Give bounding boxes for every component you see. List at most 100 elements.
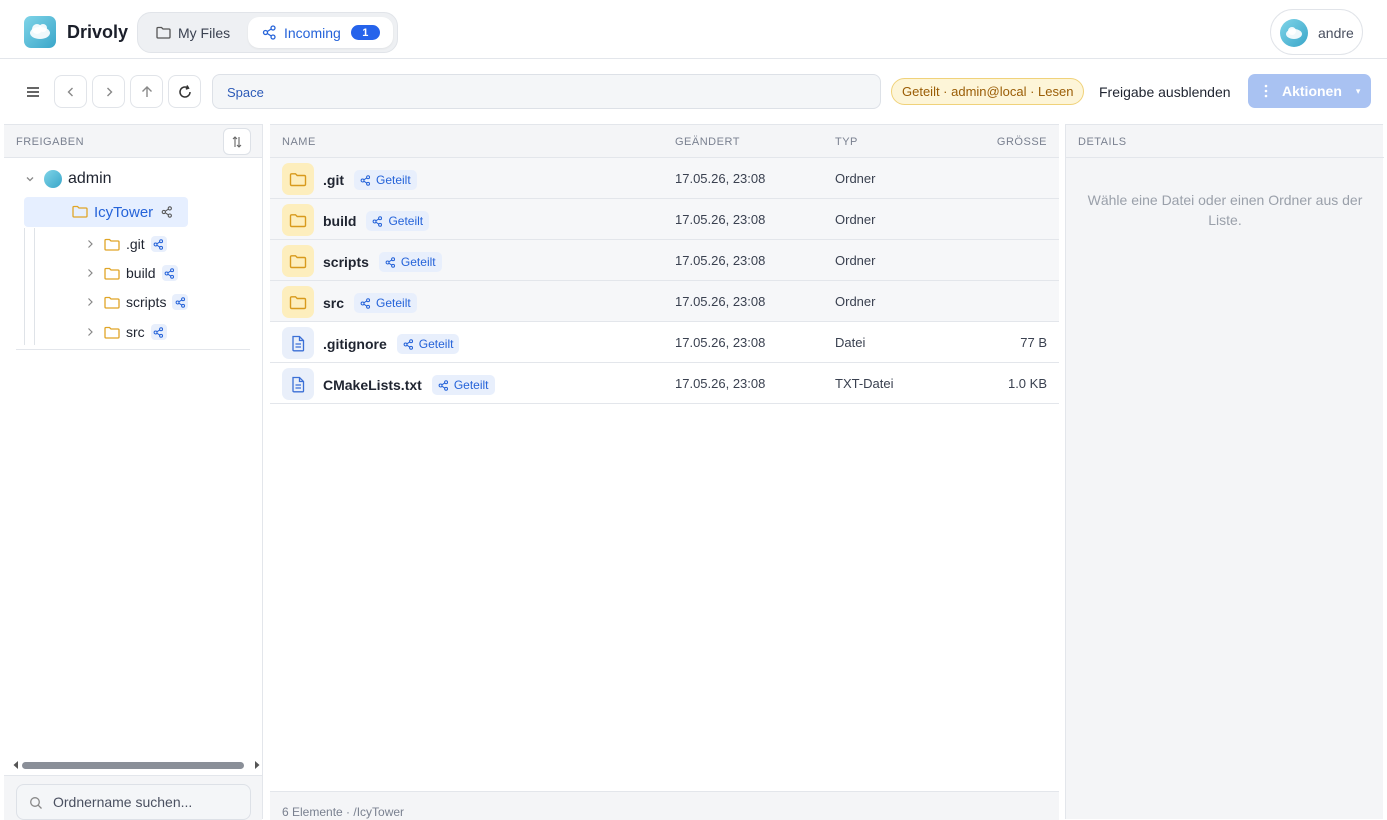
- chevron-right-icon[interactable]: [86, 268, 94, 278]
- incoming-count-badge: 1: [350, 25, 380, 40]
- folder-icon: [282, 245, 314, 277]
- folder-icon: [104, 267, 120, 280]
- shared-label: Geteilt: [400, 255, 436, 269]
- user-name: andre: [1318, 25, 1354, 41]
- shared-badge[interactable]: Geteilt: [431, 375, 495, 395]
- tree-node-label: build: [126, 265, 156, 281]
- modified-date: 17.05.26, 23:08: [675, 212, 766, 227]
- up-button[interactable]: [130, 75, 163, 108]
- column-header-type[interactable]: TYP: [835, 136, 858, 148]
- share-icon: [159, 204, 175, 220]
- share-icon: [373, 215, 383, 227]
- folder-icon: [282, 204, 314, 236]
- horizontal-scrollbar[interactable]: [8, 760, 260, 770]
- chevron-down-icon[interactable]: [24, 173, 36, 185]
- table-header: NAME GEÄNDERT TYP GRÖSSE: [270, 125, 1059, 158]
- modified-date: 17.05.26, 23:08: [675, 253, 766, 268]
- chevron-right-icon[interactable]: [86, 297, 94, 307]
- sidebar-footer: [4, 775, 262, 820]
- file-name-label: .git: [323, 172, 344, 188]
- file-name[interactable]: .git Geteilt: [323, 170, 417, 190]
- tab-my-files[interactable]: My Files: [144, 17, 244, 48]
- file-name-label: src: [323, 295, 345, 311]
- file-icon: [282, 368, 314, 400]
- file-name-label: .gitignore: [323, 336, 387, 352]
- toolbar: Space Geteilt · admin@local · Lesen Frei…: [4, 60, 1383, 124]
- sidebar-title: FREIGABEN: [16, 136, 85, 148]
- forward-button[interactable]: [92, 75, 125, 108]
- chevron-right-icon[interactable]: [86, 239, 94, 249]
- tree-node-label: src: [126, 324, 145, 340]
- file-name[interactable]: src Geteilt: [323, 293, 417, 313]
- file-list: NAME GEÄNDERT TYP GRÖSSE .git Geteilt 17.0…: [270, 124, 1059, 820]
- shared-badge[interactable]: Geteilt: [354, 293, 417, 313]
- column-header-name[interactable]: NAME: [282, 136, 316, 148]
- shared-badge[interactable]: Geteilt: [354, 170, 417, 190]
- tree-node-git[interactable]: .git: [86, 233, 167, 255]
- refresh-button[interactable]: [168, 75, 201, 108]
- modified-date: 17.05.26, 23:08: [675, 376, 766, 391]
- file-name[interactable]: scripts Geteilt: [323, 252, 442, 272]
- tree-guide-line: [24, 228, 25, 345]
- file-name[interactable]: .gitignore Geteilt: [323, 334, 460, 354]
- chevron-right-icon[interactable]: [86, 327, 94, 337]
- tree-node-src[interactable]: src: [86, 321, 167, 343]
- share-icon: [385, 256, 395, 268]
- tree-node-icytower[interactable]: IcyTower: [24, 197, 188, 227]
- hamburger-icon: [27, 87, 39, 97]
- folder-icon: [282, 286, 314, 318]
- breadcrumb[interactable]: Space: [227, 85, 264, 100]
- arrow-up-icon: [141, 85, 152, 97]
- table-row[interactable]: build Geteilt 17.05.26, 23:08 Ordner: [270, 199, 1059, 240]
- column-header-changed[interactable]: GEÄNDERT: [675, 136, 740, 148]
- column-header-size[interactable]: GRÖSSE: [997, 136, 1047, 148]
- actions-button[interactable]: Aktionen ▾: [1248, 74, 1371, 108]
- menu-button[interactable]: [24, 83, 42, 101]
- caret-down-icon: ▾: [1355, 85, 1361, 96]
- folder-search-input[interactable]: [53, 794, 243, 810]
- back-button[interactable]: [54, 75, 87, 108]
- share-tree-sidebar: FREIGABEN admin IcyTower .git build scri…: [4, 124, 263, 820]
- tree-node-admin[interactable]: admin: [24, 168, 112, 190]
- details-title: DETAILS: [1078, 136, 1127, 148]
- user-menu-button[interactable]: andre: [1270, 9, 1363, 55]
- path-bar[interactable]: Space: [212, 74, 881, 109]
- tab-incoming[interactable]: Incoming 1: [248, 17, 393, 48]
- share-icon: [360, 174, 371, 186]
- share-info-badge: Geteilt · admin@local · Lesen: [891, 78, 1085, 105]
- folder-icon: [104, 326, 120, 339]
- file-size: 77 B: [1020, 335, 1047, 350]
- table-row[interactable]: .git Geteilt 17.05.26, 23:08 Ordner: [270, 158, 1059, 199]
- tree-node-build[interactable]: build: [86, 262, 178, 284]
- shared-label: Geteilt: [376, 173, 411, 187]
- file-name[interactable]: build Geteilt: [323, 211, 430, 231]
- shared-badge[interactable]: Geteilt: [396, 334, 460, 354]
- collapse-tree-button[interactable]: [223, 128, 251, 155]
- scrollbar-thumb[interactable]: [22, 762, 244, 769]
- hide-share-button[interactable]: Freigabe ausblenden: [1099, 84, 1231, 100]
- view-tabs: My Files Incoming 1: [137, 12, 398, 53]
- actions-label: Aktionen: [1282, 83, 1342, 99]
- tab-label: Incoming: [284, 24, 341, 41]
- shared-badge[interactable]: Geteilt: [378, 252, 442, 272]
- tree-node-label: IcyTower: [94, 203, 154, 221]
- refresh-icon: [178, 84, 191, 98]
- status-bar: 6 Elemente · /IcyTower: [270, 791, 1059, 820]
- details-empty-text: Wähle eine Datei oder einen Ordner aus d…: [1087, 192, 1363, 228]
- tree-node-scripts[interactable]: scripts: [86, 291, 189, 313]
- tree-node-label: scripts: [126, 294, 167, 310]
- table-row[interactable]: .gitignore Geteilt 17.05.26, 23:08 Datei 77 …: [270, 322, 1059, 363]
- folder-search-field[interactable]: [16, 784, 251, 820]
- table-row[interactable]: CMakeLists.txt Geteilt 17.05.26, 23:08 TXT-…: [270, 363, 1059, 404]
- modified-date: 17.05.26, 23:08: [675, 294, 766, 309]
- table-row[interactable]: scripts Geteilt 17.05.26, 23:08 Ordner: [270, 240, 1059, 281]
- file-name[interactable]: CMakeLists.txt Geteilt: [323, 375, 495, 395]
- shared-badge[interactable]: Geteilt: [366, 211, 430, 231]
- share-icon: [360, 297, 371, 309]
- file-type: Ordner: [835, 212, 876, 227]
- table-row[interactable]: src Geteilt 17.05.26, 23:08 Ordner: [270, 281, 1059, 322]
- share-icon: [150, 324, 167, 340]
- folder-icon: [104, 296, 120, 309]
- details-header: DETAILS: [1066, 125, 1384, 158]
- drivoly-logo-icon[interactable]: [24, 16, 56, 48]
